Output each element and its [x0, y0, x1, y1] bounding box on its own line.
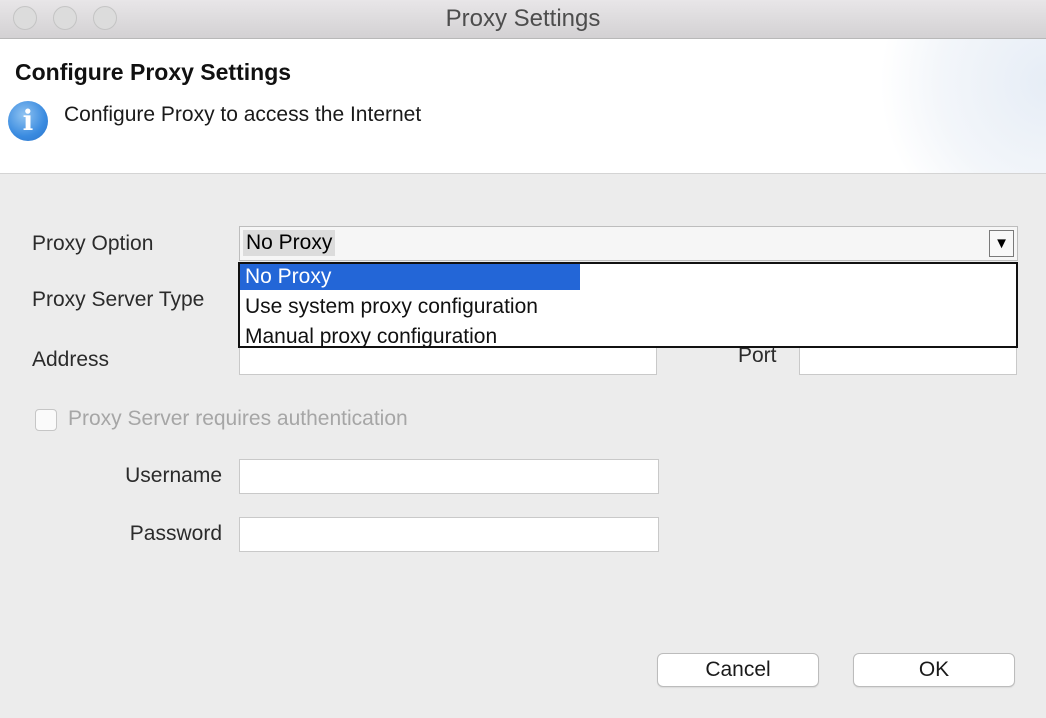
dialog-message: Configure Proxy to access the Internet: [64, 103, 422, 126]
info-icon: i: [8, 101, 48, 141]
dropdown-option-manual-proxy[interactable]: Manual proxy configuration: [240, 324, 502, 350]
proxy-server-type-label: Proxy Server Type: [32, 288, 205, 311]
dialog-header: Configure Proxy Settings i Configure Pro…: [0, 39, 1046, 174]
proxy-option-dropdown-list: No Proxy Use system proxy configuration …: [238, 262, 1018, 348]
username-label: Username: [125, 464, 222, 487]
chevron-down-icon[interactable]: ▼: [989, 230, 1014, 257]
auth-checkbox-label: Proxy Server requires authentication: [68, 407, 408, 430]
dropdown-option-system-proxy[interactable]: Use system proxy configuration: [240, 294, 543, 320]
address-label: Address: [32, 348, 110, 371]
ok-button[interactable]: OK: [853, 653, 1015, 687]
proxy-option-label: Proxy Option: [32, 232, 154, 255]
cancel-button[interactable]: Cancel: [657, 653, 819, 687]
password-label: Password: [129, 522, 222, 545]
auth-checkbox[interactable]: [35, 409, 57, 431]
proxy-option-value: No Proxy: [243, 230, 336, 256]
window-titlebar: Proxy Settings: [0, 0, 1046, 39]
header-decoration: [866, 39, 1046, 173]
password-field[interactable]: [239, 517, 659, 552]
username-field[interactable]: [239, 459, 659, 494]
proxy-option-select[interactable]: No Proxy ▼: [239, 226, 1018, 261]
window-title: Proxy Settings: [445, 5, 601, 32]
dialog-title: Configure Proxy Settings: [15, 59, 292, 85]
dropdown-option-no-proxy[interactable]: No Proxy: [240, 264, 580, 290]
